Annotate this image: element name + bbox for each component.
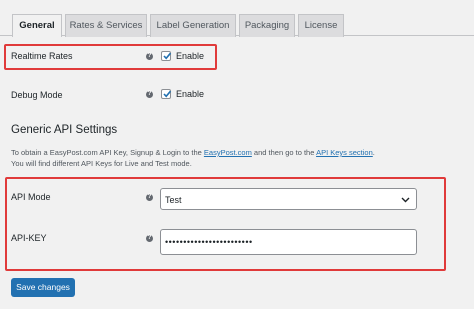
api-description: To obtain a EasyPost.com API Key, Signup… [11,147,471,169]
api-mode-label: API Mode [11,192,51,202]
chevron-down-icon [401,189,410,219]
checkmark-icon [163,90,172,98]
api-mode-select[interactable]: Test [160,188,417,210]
tab-rates-services[interactable]: Rates & Services [65,14,147,37]
help-icon[interactable]: ? [146,91,153,98]
api-mode-selected-value: Test [165,195,182,205]
tab-packaging[interactable]: Packaging [239,14,295,37]
checkmark-icon [163,52,172,60]
help-icon[interactable]: ? [146,235,153,242]
help-icon[interactable]: ? [146,194,153,201]
help-icon[interactable]: ? [146,53,153,60]
api-description-line2: You will find different API Keys for Liv… [11,159,192,168]
easypost-link[interactable]: EasyPost.com [204,148,252,157]
realtime-rates-enable-label: Enable [176,51,205,61]
realtime-rates-checkbox[interactable] [161,51,172,61]
api-description-text: To obtain a EasyPost.com API Key, Signup… [11,148,204,157]
generic-api-settings-title: Generic API Settings [11,124,118,136]
tab-general[interactable]: General [12,14,62,37]
api-keys-section-link[interactable]: API Keys section [316,148,373,157]
api-description-text: and then go to the [251,148,317,157]
api-key-label: API-KEY [11,233,47,243]
tab-label-generation[interactable]: Label Generation [150,14,236,37]
api-description-text: . [372,148,375,157]
api-key-input[interactable]: •••••••••••••••••••••••• [160,229,417,255]
save-changes-button[interactable]: Save changes [11,278,75,297]
debug-mode-enable-label: Enable [176,89,205,99]
debug-mode-checkbox[interactable] [161,89,172,99]
realtime-rates-label: Realtime Rates [11,51,73,61]
debug-mode-label: Debug Mode [11,90,63,100]
tab-license[interactable]: License [298,14,344,37]
tab-bar: General Rates & Services Label Generatio… [0,0,474,37]
